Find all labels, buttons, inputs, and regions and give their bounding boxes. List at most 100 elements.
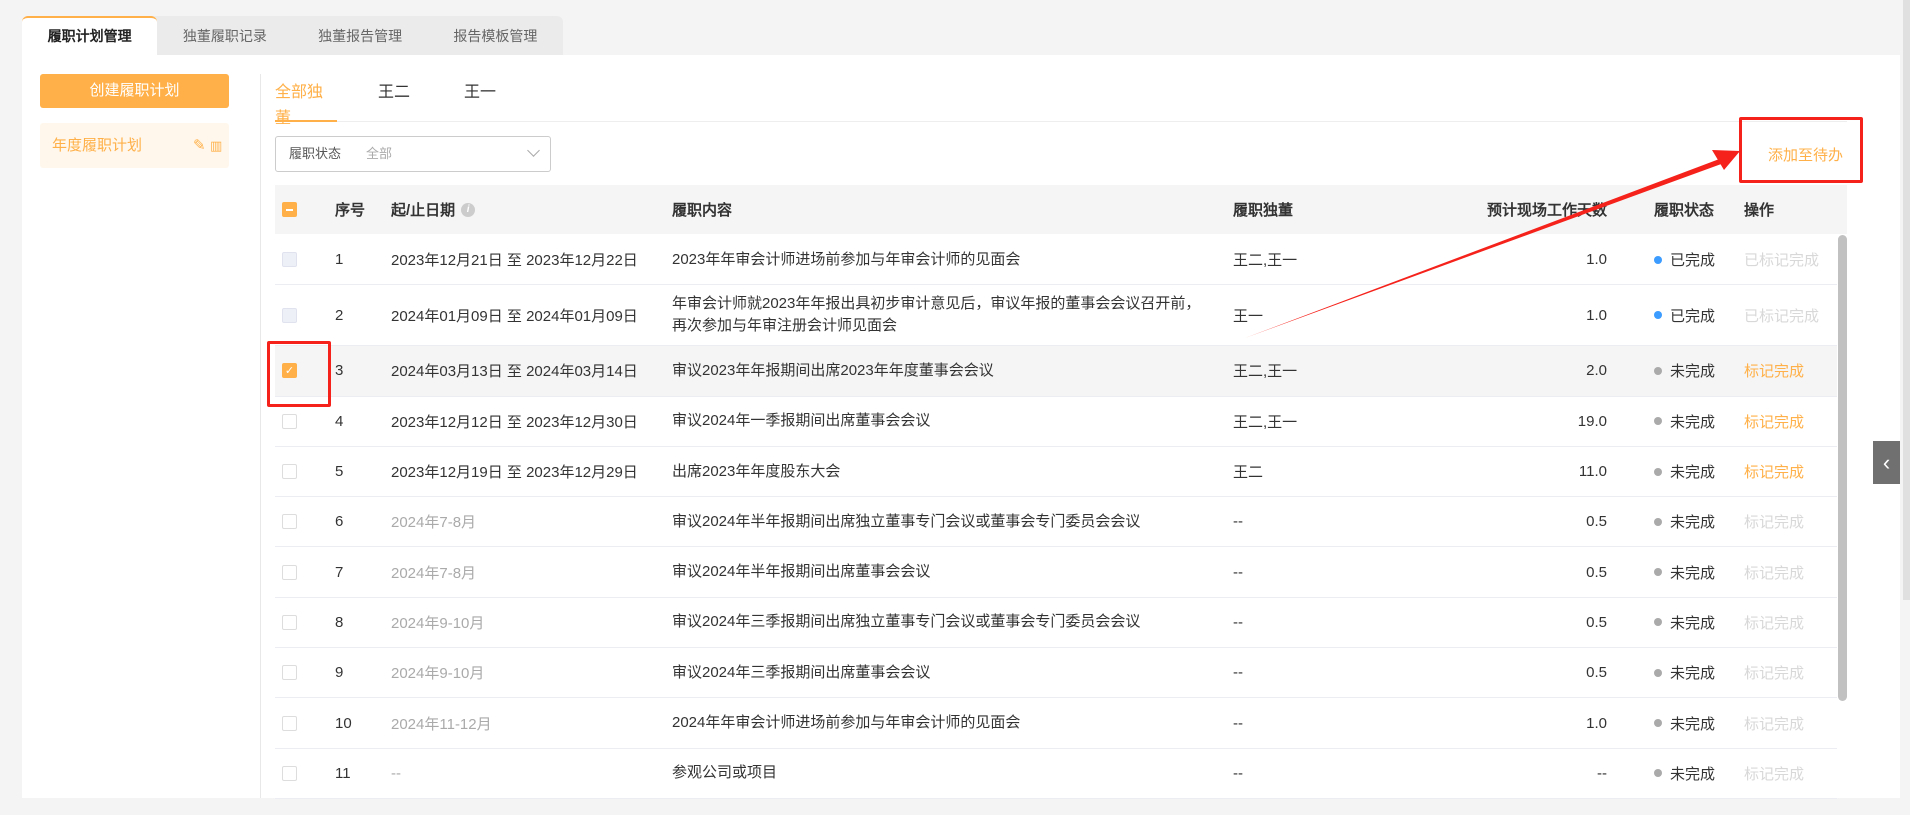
- row-checkbox[interactable]: [282, 715, 297, 731]
- mark-complete-link[interactable]: 标记完成: [1744, 397, 1804, 446]
- row-content: 年审会计师就2023年年报出具初步审计意见后，审议年报的董事会会议召开前，再次参…: [672, 295, 1201, 335]
- row-status: 未完成: [1670, 665, 1716, 683]
- row-date: --: [391, 764, 401, 782]
- row-directors: --: [1233, 714, 1243, 732]
- mark-complete-link: 标记完成: [1744, 514, 1805, 532]
- row-directors: 王一: [1233, 307, 1264, 325]
- status-dot-icon: [1654, 618, 1662, 627]
- status-filter-value: 全部: [366, 146, 393, 161]
- row-content: 审议2024年三季报期间出席独立董事专门会议或董事会专门委员会会议: [672, 613, 1141, 631]
- col-status: 履职状态: [1654, 202, 1715, 219]
- row-checkbox[interactable]: [282, 765, 297, 781]
- row-checkbox[interactable]: [282, 307, 297, 323]
- row-no: 2: [335, 306, 344, 324]
- row-status: 未完成: [1670, 614, 1716, 632]
- col-date: 起/止日期: [391, 202, 456, 219]
- mark-complete-link: 已标记完成: [1744, 307, 1820, 325]
- row-checkbox[interactable]: [282, 564, 297, 580]
- row-checkbox[interactable]: [282, 614, 297, 630]
- divider: [260, 74, 261, 798]
- row-status: 已完成: [1670, 252, 1716, 270]
- plan-item-label: 年度履职计划: [52, 137, 143, 154]
- row-directors: --: [1233, 613, 1243, 631]
- chevron-left-icon: ‹: [1882, 450, 1891, 475]
- row-status: 未完成: [1670, 715, 1716, 733]
- mark-complete-link: 标记完成: [1744, 614, 1805, 632]
- row-days: 2.0: [1586, 362, 1607, 380]
- mark-complete-link: 标记完成: [1744, 665, 1805, 683]
- row-status: 未完成: [1670, 765, 1716, 783]
- row-status: 未完成: [1670, 514, 1716, 532]
- table-row[interactable]: ✓ 3 2024年03月13日 至 2024年03月14日 审议2023年年报期…: [275, 346, 1837, 397]
- row-no: 5: [335, 463, 344, 481]
- mark-complete-link: 标记完成: [1744, 715, 1805, 733]
- row-directors: 王二,王一: [1233, 252, 1298, 270]
- row-checkbox[interactable]: [282, 252, 297, 268]
- create-plan-button[interactable]: 创建履职计划: [40, 74, 229, 108]
- tab-director-records[interactable]: 独董履职记录: [157, 16, 292, 56]
- status-dot-icon: [1654, 769, 1662, 778]
- table-row[interactable]: 8 2024年9-10月 审议2024年三季报期间出席独立董事专门会议或董事会专…: [275, 597, 1837, 649]
- row-content: 2024年年审会计师进场前参加与年审会计师的见面会: [672, 714, 1021, 732]
- row-days: 1.0: [1586, 306, 1607, 324]
- table-row[interactable]: 9 2024年9-10月 审议2024年三季报期间出席董事会会议 -- 0.5 …: [275, 648, 1837, 699]
- director-tabs: 全部独董 王二 王一: [275, 80, 1847, 127]
- row-no: 9: [335, 664, 344, 682]
- row-date: 2024年7-8月: [391, 564, 477, 582]
- status-dot-icon: [1654, 719, 1662, 728]
- row-date: 2024年9-10月: [391, 614, 485, 632]
- table-row[interactable]: 6 2024年7-8月 审议2024年半年报期间出席独立董事专门会议或董事会专门…: [275, 497, 1837, 548]
- status-dot-icon: [1654, 366, 1662, 375]
- annotation-box-add-todo: [1739, 117, 1863, 183]
- row-no: 6: [335, 513, 344, 531]
- mark-complete-link: 标记完成: [1744, 564, 1805, 582]
- subtab-all-directors[interactable]: 全部独董: [275, 80, 337, 127]
- status-dot-icon: [1654, 668, 1662, 677]
- subtab-wang-yi[interactable]: 王一: [464, 80, 496, 122]
- col-content: 履职内容: [672, 202, 733, 219]
- mark-complete-link[interactable]: 标记完成: [1744, 447, 1804, 496]
- col-actions: 操作: [1744, 202, 1775, 219]
- row-directors: --: [1233, 563, 1243, 581]
- table-scrollbar[interactable]: [1838, 235, 1847, 701]
- status-filter-select[interactable]: 履职状态 全部: [275, 136, 551, 172]
- row-date: 2024年01月09日 至 2024年01月09日: [391, 307, 638, 325]
- mark-complete-link[interactable]: 标记完成: [1744, 346, 1804, 395]
- row-date: 2023年12月19日 至 2023年12月29日: [391, 464, 638, 482]
- select-all-checkbox[interactable]: [282, 202, 297, 217]
- row-checkbox[interactable]: [282, 514, 297, 530]
- col-no: 序号: [335, 202, 366, 219]
- page-scrollbar[interactable]: [1903, 0, 1910, 600]
- subtab-wang-er[interactable]: 王二: [378, 80, 410, 122]
- row-checkbox[interactable]: [282, 464, 297, 480]
- table-row[interactable]: 5 2023年12月19日 至 2023年12月29日 出席2023年年度股东大…: [275, 446, 1837, 498]
- row-checkbox[interactable]: [282, 413, 297, 429]
- table-row[interactable]: 7 2024年7-8月 审议2024年半年报期间出席董事会会议 -- 0.5 未…: [275, 547, 1837, 598]
- mark-complete-link: 标记完成: [1744, 765, 1805, 783]
- row-content: 审议2024年一季报期间出席董事会会议: [672, 412, 931, 430]
- tab-director-reports[interactable]: 独董报告管理: [293, 16, 428, 56]
- row-no: 3: [335, 362, 344, 380]
- row-no: 7: [335, 563, 344, 581]
- collapse-panel-button[interactable]: ‹: [1873, 441, 1900, 484]
- row-no: 1: [335, 251, 344, 269]
- edit-icon[interactable]: ✎: [193, 123, 206, 168]
- trash-icon[interactable]: ▥: [210, 123, 222, 168]
- row-days: 1.0: [1586, 251, 1607, 269]
- row-status: 未完成: [1670, 464, 1716, 482]
- table-row[interactable]: 1 2023年12月21日 至 2023年12月22日 2023年年审会计师进场…: [275, 235, 1837, 286]
- table-row[interactable]: 10 2024年11-12月 2024年年审会计师进场前参加与年审会计师的见面会…: [275, 698, 1837, 749]
- row-directors: --: [1233, 664, 1243, 682]
- table-row[interactable]: 11 -- 参观公司或项目 -- -- 未完成 标记完成: [275, 748, 1837, 799]
- row-directors: 王二,王一: [1233, 363, 1298, 381]
- tab-plan-management[interactable]: 履职计划管理: [22, 16, 158, 56]
- table-row[interactable]: 4 2023年12月12日 至 2023年12月30日 审议2024年一季报期间…: [275, 396, 1837, 447]
- chevron-down-icon: [527, 144, 540, 157]
- tab-report-templates[interactable]: 报告模板管理: [428, 16, 563, 56]
- row-checkbox[interactable]: [282, 665, 297, 681]
- table-row[interactable]: 2 2024年01月09日 至 2024年01月09日 年审会计师就2023年年…: [275, 285, 1837, 347]
- row-days: 0.5: [1586, 513, 1607, 531]
- row-days: --: [1597, 764, 1607, 782]
- row-content: 2023年年审会计师进场前参加与年审会计师的见面会: [672, 250, 1021, 268]
- plan-item-annual[interactable]: 年度履职计划 ✎ ▥: [40, 123, 229, 168]
